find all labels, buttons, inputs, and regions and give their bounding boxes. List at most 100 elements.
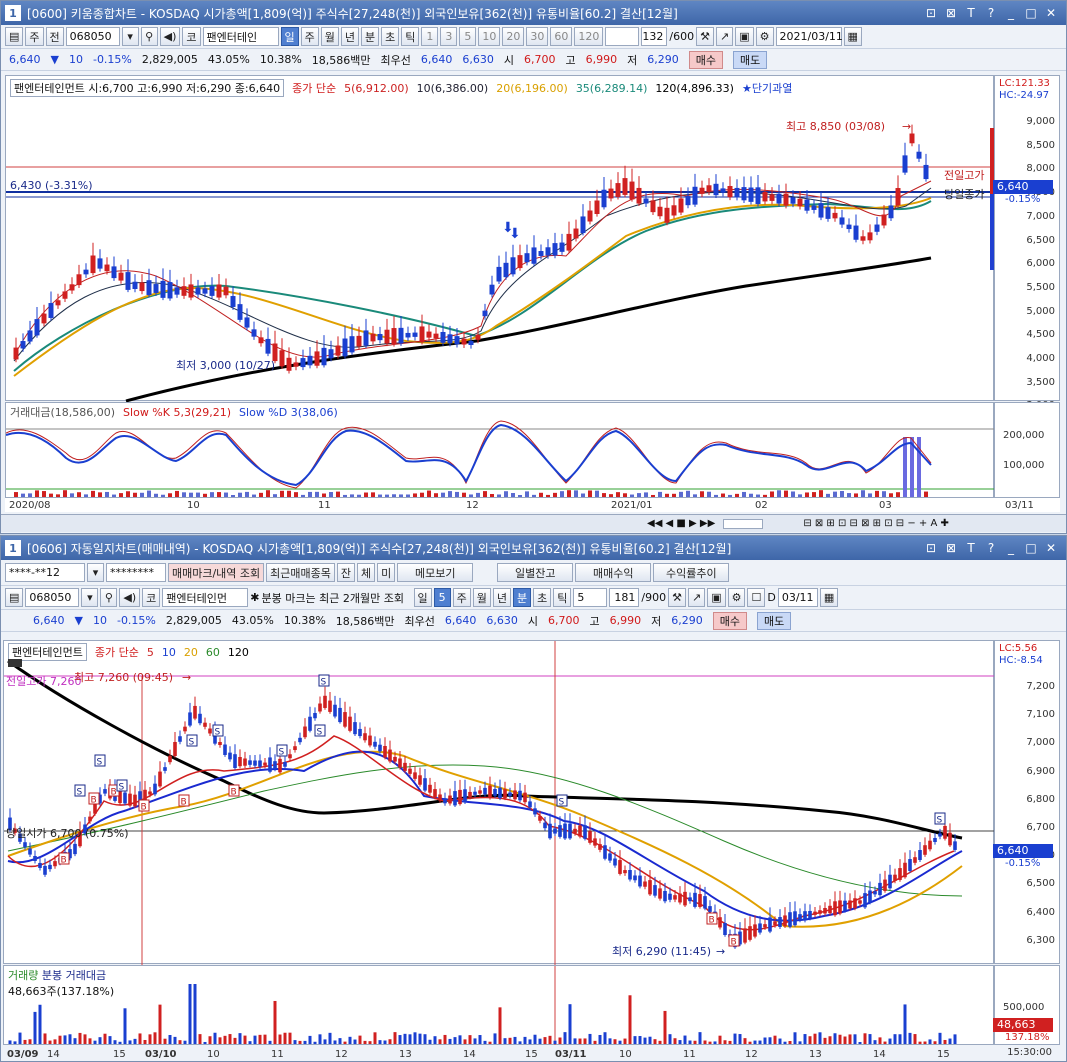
memo-button[interactable]: 메모보기 <box>397 563 474 582</box>
stock-code-input-2[interactable]: 068050 <box>25 588 80 607</box>
interval-second-button[interactable]: 초 <box>381 27 400 46</box>
text-icon[interactable]: T <box>962 4 980 22</box>
code-dropdown-icon[interactable]: ▾ <box>81 588 99 607</box>
code-dropdown-icon[interactable]: ▾ <box>121 27 139 46</box>
interval-week-button-2[interactable]: 주 <box>452 588 471 607</box>
interval-tick-button-2[interactable]: 틱 <box>553 588 572 607</box>
tools-icon[interactable]: ⚒ <box>668 588 686 607</box>
draw-icon[interactable]: ↗ <box>687 588 706 607</box>
text-icon[interactable]: T <box>962 539 980 557</box>
balance-button[interactable]: 잔 <box>336 563 356 582</box>
data-count-input[interactable]: 132 <box>641 27 668 46</box>
sell-button[interactable]: 매도 <box>733 50 768 69</box>
interval-minute-button-2[interactable]: 분 <box>513 588 532 607</box>
calendar-icon[interactable]: ▦ <box>843 27 862 46</box>
interval-month-button-2[interactable]: 월 <box>472 588 491 607</box>
minute-60-button[interactable]: 60 <box>550 27 573 46</box>
scrollbar-track[interactable] <box>723 518 764 529</box>
trade-profit-button[interactable]: 매매수익 <box>575 563 652 582</box>
help-icon[interactable]: ? <box>982 4 1000 22</box>
interval-year-button[interactable]: 년 <box>340 27 360 46</box>
buy-button[interactable]: 매수 <box>688 50 724 69</box>
executed-button[interactable]: 체 <box>357 563 376 582</box>
minute-10-button[interactable]: 10 <box>478 27 501 46</box>
title-bar-2[interactable]: 1 [0606] 자동일지차트(매매내역) - KOSDAQ 시가총액[1,80… <box>1 536 1066 560</box>
trade-mark-query-button[interactable]: 매매마크/내역 조회 <box>168 563 265 582</box>
password-input[interactable]: ******** <box>106 563 166 582</box>
minute-custom-input[interactable] <box>605 27 640 46</box>
recent-trades-button[interactable]: 최근매매종목 <box>266 563 335 582</box>
minute-5-button[interactable]: 5 <box>459 27 477 46</box>
interval-year-button-2[interactable]: 년 <box>492 588 512 607</box>
minute-120-button[interactable]: 120 <box>574 27 604 46</box>
sound-icon[interactable]: ◀) <box>159 27 181 46</box>
candle-body <box>843 900 847 911</box>
account-input[interactable]: ****-**12 <box>5 563 85 582</box>
maximize-icon[interactable]: □ <box>1022 4 1040 22</box>
search-icon[interactable]: ⚲ <box>100 588 118 607</box>
interval-tick-button[interactable]: 틱 <box>401 27 420 46</box>
candle-body <box>443 798 447 804</box>
title-bar[interactable]: 1 [0600] 키움종합차트 - KOSDAQ 시가총액[1,809(억)] … <box>1 1 1066 25</box>
intraday-volume-panel[interactable]: 거래량 분봉 거래대금 48,663주(137.18%) <box>3 965 994 1046</box>
close-icon[interactable]: ✕ <box>1042 539 1060 557</box>
draw-icon[interactable]: ↗ <box>716 27 734 46</box>
period-prev-button[interactable]: 전 <box>45 27 64 46</box>
minute-value-input[interactable]: 5 <box>573 588 608 607</box>
stock-code-input[interactable]: 068050 <box>65 27 120 46</box>
interval-minute-button[interactable]: 분 <box>361 27 380 46</box>
pin-icon[interactable]: ⊠ <box>942 4 960 22</box>
minute-30-button[interactable]: 30 <box>526 27 549 46</box>
minute-20-button[interactable]: 20 <box>502 27 525 46</box>
account-dropdown-icon[interactable]: ▾ <box>87 563 104 582</box>
zoom-icons[interactable]: ⊟ ⊠ ⊞ ⊡ ⊟ ⊠ ⊞ ⊡ ⊟ − + A ✚ <box>803 518 949 529</box>
gear-icon[interactable]: ⚙ <box>727 588 746 607</box>
save-icon[interactable]: ▣ <box>735 27 754 46</box>
date-input[interactable]: 2021/03/11 <box>775 27 843 46</box>
stochastic-panel[interactable]: 거래대금(18,586,00) Slow %K 5,3(29,21) Slow … <box>5 402 995 498</box>
candle-body <box>648 880 652 895</box>
minimize-icon[interactable]: _ <box>1002 4 1020 22</box>
quote-bar-2: 6,640 ▼ 10 -0.15% 2,829,005 43.05% 10.38… <box>1 610 1066 632</box>
volume-y-axis: 500,000 48,663 137.18% <box>993 965 1060 1045</box>
search-icon[interactable]: ⚲ <box>140 27 158 46</box>
buy-button-2[interactable]: 매수 <box>712 611 748 630</box>
interval-week-button[interactable]: 주 <box>300 27 319 46</box>
checkbox-icon[interactable]: ☐ <box>747 588 766 607</box>
interval-month-button[interactable]: 월 <box>320 27 339 46</box>
calendar-icon[interactable]: ▦ <box>819 588 839 607</box>
volume-bar <box>123 1008 127 1044</box>
gear-icon[interactable]: ⚙ <box>755 27 774 46</box>
tools-icon[interactable]: ⚒ <box>696 27 714 46</box>
save-icon[interactable]: ▣ <box>707 588 726 607</box>
close-icon[interactable]: ✕ <box>1042 4 1060 22</box>
interval-second-button-2[interactable]: 초 <box>533 588 552 607</box>
chart-scroll-bar[interactable]: ◀◀ ◀ ■ ▶ ▶▶ ⊟ ⊠ ⊞ ⊡ ⊟ ⊠ ⊞ ⊡ ⊟ − + A ✚ <box>1 514 1066 532</box>
return-trend-button[interactable]: 수익률추이 <box>653 563 730 582</box>
minute-3-button[interactable]: 3 <box>440 27 458 46</box>
candle-body <box>468 791 472 798</box>
help-icon[interactable]: ? <box>982 539 1000 557</box>
candle-body <box>688 897 692 902</box>
day-count-button[interactable]: 5 <box>433 588 451 607</box>
link-icon[interactable]: ⊡ <box>922 4 940 22</box>
minute-1-button[interactable]: 1 <box>421 27 439 46</box>
pin-icon[interactable]: ⊠ <box>942 539 960 557</box>
unfilled-button[interactable]: 미 <box>377 563 396 582</box>
intraday-chart-panel[interactable]: 팬엔터테인먼트 종가 단순 5 10 20 60 120 SSSSSSSSBBB… <box>3 640 995 965</box>
sound-icon[interactable]: ◀) <box>119 588 141 607</box>
date-input-2[interactable]: 03/11 <box>777 588 818 607</box>
data-count-input-2[interactable]: 181 <box>609 588 640 607</box>
period-week-button[interactable]: 주 <box>25 27 44 46</box>
price-chart-panel[interactable]: 팬엔터테인먼트 시:6,700 고:6,990 저:6,290 종:6,640 … <box>5 75 995 402</box>
link-icon[interactable]: ⊡ <box>922 539 940 557</box>
minimize-icon[interactable]: _ <box>1002 539 1020 557</box>
list-icon[interactable]: ▤ <box>5 27 24 46</box>
list-icon[interactable]: ▤ <box>5 588 24 607</box>
daily-balance-button[interactable]: 일별잔고 <box>497 563 574 582</box>
sell-button-2[interactable]: 매도 <box>757 611 792 630</box>
scroll-left-icon[interactable]: ◀◀ ◀ ■ ▶ ▶▶ <box>647 518 715 529</box>
interval-day-button-2[interactable]: 일 <box>413 588 432 607</box>
maximize-icon[interactable]: □ <box>1022 539 1040 557</box>
interval-day-button[interactable]: 일 <box>280 27 299 46</box>
